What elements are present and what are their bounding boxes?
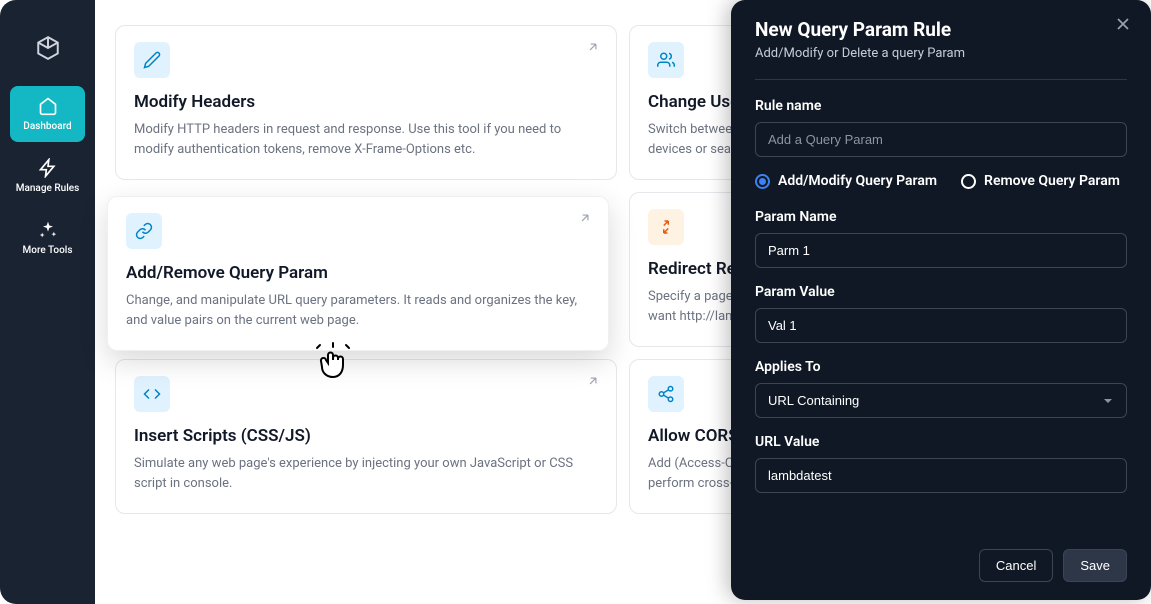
close-button[interactable] (1113, 14, 1133, 34)
sidebar: Dashboard Manage Rules More Tools (0, 0, 95, 604)
radio-icon (961, 174, 976, 189)
nav-label: Manage Rules (16, 183, 80, 194)
card-title: Add/Remove Query Param (126, 263, 590, 283)
nav-label: More Tools (23, 245, 73, 256)
divider (755, 79, 1127, 80)
arrow-icon (586, 374, 600, 388)
panel-title: New Query Param Rule (755, 18, 1127, 41)
nav-manage-rules[interactable]: Manage Rules (10, 148, 85, 204)
param-value-input[interactable] (755, 308, 1127, 343)
card-desc: Simulate any web page's experience by in… (134, 454, 598, 493)
cancel-button[interactable]: Cancel (979, 549, 1053, 582)
card-title: Insert Scripts (CSS/JS) (134, 426, 598, 446)
panel-subtitle: Add/Modify or Delete a query Param (755, 46, 1127, 61)
sparkle-icon (38, 220, 58, 240)
users-icon (648, 42, 684, 78)
card-add-remove-query-param[interactable]: Add/Remove Query Param Change, and manip… (107, 196, 609, 351)
card-title: Modify Headers (134, 92, 598, 112)
radio-remove[interactable]: Remove Query Param (961, 173, 1120, 189)
card-modify-headers[interactable]: Modify Headers Modify HTTP headers in re… (115, 25, 617, 180)
nav-label: Dashboard (23, 121, 71, 132)
logo-icon (35, 35, 61, 61)
url-value-input[interactable] (755, 458, 1127, 493)
radio-icon (755, 174, 770, 189)
arrow-icon (586, 40, 600, 54)
redirect-icon (648, 209, 684, 245)
param-name-label: Param Name (755, 209, 1127, 225)
rule-name-label: Rule name (755, 98, 1127, 114)
panel-actions: Cancel Save (979, 549, 1127, 582)
param-value-label: Param Value (755, 284, 1127, 300)
radio-label: Remove Query Param (984, 173, 1120, 189)
home-icon (38, 96, 58, 116)
share-icon (648, 376, 684, 412)
rule-name-input[interactable] (755, 122, 1127, 157)
url-value-label: URL Value (755, 434, 1127, 450)
card-insert-scripts[interactable]: Insert Scripts (CSS/JS) Simulate any web… (115, 359, 617, 514)
save-button[interactable]: Save (1063, 549, 1127, 582)
nav-more-tools[interactable]: More Tools (10, 210, 85, 266)
arrow-icon (578, 211, 592, 225)
param-name-input[interactable] (755, 233, 1127, 268)
card-desc: Change, and manipulate URL query paramet… (126, 291, 590, 330)
radio-label: Add/Modify Query Param (778, 173, 937, 189)
applies-to-label: Applies To (755, 359, 1127, 375)
pencil-icon (134, 42, 170, 78)
code-icon (134, 376, 170, 412)
nav-dashboard[interactable]: Dashboard (10, 86, 85, 142)
app-container: Dashboard Manage Rules More Tools Modify… (0, 0, 1151, 604)
radio-add-modify[interactable]: Add/Modify Query Param (755, 173, 937, 189)
applies-to-select[interactable]: URL Containing (755, 383, 1127, 418)
card-desc: Modify HTTP headers in request and respo… (134, 120, 598, 159)
new-rule-panel: New Query Param Rule Add/Modify or Delet… (731, 0, 1151, 600)
link-icon (126, 213, 162, 249)
radio-group: Add/Modify Query Param Remove Query Para… (755, 173, 1127, 189)
bolt-icon (38, 158, 58, 178)
